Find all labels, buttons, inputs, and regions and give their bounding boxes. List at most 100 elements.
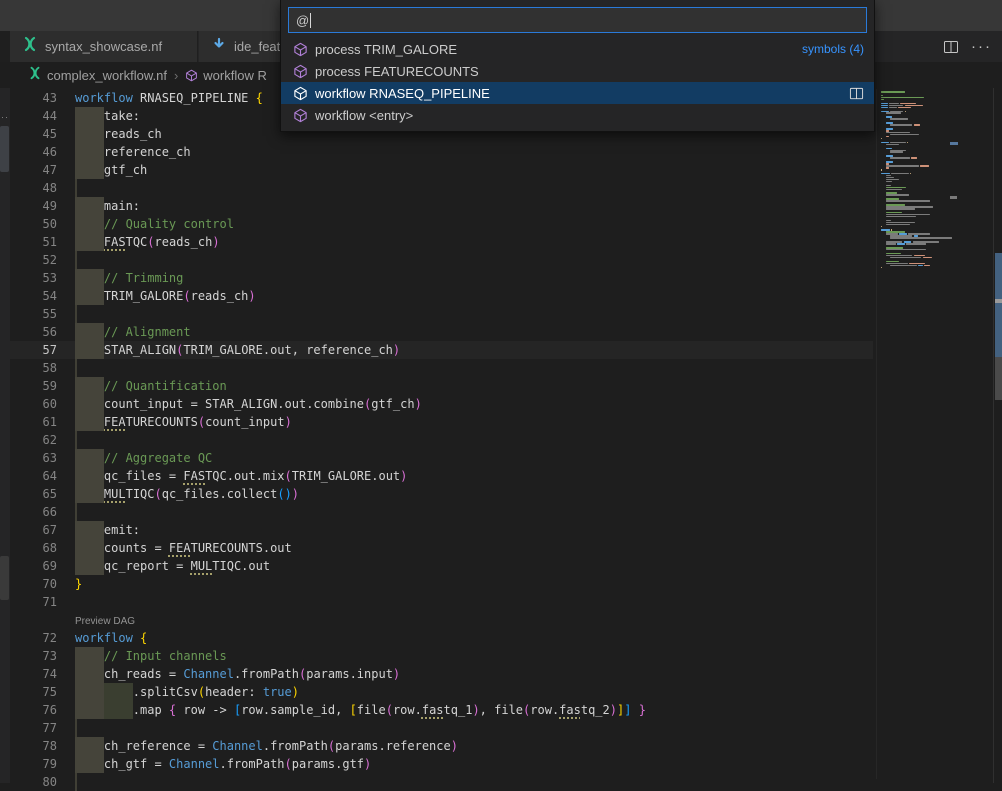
tab-syntax-showcase[interactable]: syntax_showcase.nf <box>10 31 198 62</box>
line-content: workflow RNASEQ_PIPELINE { <box>75 89 263 107</box>
quick-open-item[interactable]: process FEATURECOUNTS <box>281 60 874 82</box>
line-number: 58 <box>10 359 75 377</box>
code-line[interactable]: 68 counts = FEATURECOUNTS.out <box>10 539 873 557</box>
token: ( <box>198 415 205 429</box>
indent-highlight <box>75 539 104 557</box>
token: TRIM_GALORE.out, reference_ch <box>183 343 393 357</box>
code-line[interactable]: 61 FEATURECOUNTS(count_input) <box>10 413 873 431</box>
indent-highlight <box>75 269 104 287</box>
code-line[interactable]: 50 // Quality control <box>10 215 873 233</box>
breadcrumb-symbol[interactable]: workflow R <box>203 68 267 83</box>
code-line[interactable]: 63 // Aggregate QC <box>10 449 873 467</box>
code-line[interactable]: 67 emit: <box>10 521 873 539</box>
token: .fromPath <box>263 739 328 753</box>
minimap[interactable] <box>876 89 988 779</box>
line-number: 73 <box>10 647 75 665</box>
minimap-line <box>886 224 911 226</box>
code-line[interactable]: 64 qc_files = FASTQC.out.mix(TRIM_GALORE… <box>10 467 873 485</box>
token: // Trimming <box>104 271 183 285</box>
code-line[interactable]: 72workflow { <box>10 629 873 647</box>
token: .fromPath <box>220 757 285 771</box>
code-line[interactable]: 53 // Trimming <box>10 269 873 287</box>
indent-highlight <box>75 125 104 143</box>
code-line[interactable]: 59 // Quantification <box>10 377 873 395</box>
token: params.reference <box>335 739 451 753</box>
code-line[interactable]: 80 <box>10 773 873 791</box>
quick-open-item[interactable]: process TRIM_GALOREsymbols (4) <box>281 38 874 60</box>
code-line[interactable]: 78 ch_reference = Channel.fromPath(param… <box>10 737 873 755</box>
split-editor-icon[interactable] <box>943 39 959 55</box>
minimap-line <box>900 103 916 105</box>
line-number: 50 <box>10 215 75 233</box>
minimap-line <box>886 167 889 169</box>
token: ( <box>155 487 162 501</box>
indent-guide <box>75 179 77 197</box>
code-line[interactable]: 52 <box>10 251 873 269</box>
line-number: 65 <box>10 485 75 503</box>
code-line[interactable]: 79 ch_gtf = Channel.fromPath(params.gtf) <box>10 755 873 773</box>
code-line[interactable]: 70} <box>10 575 873 593</box>
minimap-line <box>886 194 910 196</box>
token: FAS <box>104 235 126 249</box>
nextflow-icon <box>28 66 42 85</box>
code-line[interactable]: 65 MULTIQC(qc_files.collect()) <box>10 485 873 503</box>
symbol-cube-icon <box>293 64 308 79</box>
indent-highlight <box>75 665 104 683</box>
code-line[interactable]: 66 <box>10 503 873 521</box>
code-line[interactable]: 55 <box>10 305 873 323</box>
code-line[interactable]: 74 ch_reads = Channel.fromPath(params.in… <box>10 665 873 683</box>
minimap-line <box>886 261 899 263</box>
token: ) <box>292 685 299 699</box>
code-line[interactable]: 47 gtf_ch <box>10 161 873 179</box>
code-line[interactable]: 56 // Alignment <box>10 323 873 341</box>
left-scrollbar-thumb[interactable] <box>0 126 9 172</box>
code-line[interactable]: 58 <box>10 359 873 377</box>
code-line[interactable]: 49 main: <box>10 197 873 215</box>
minimap-line <box>886 187 906 189</box>
code-line[interactable]: 73 // Input channels <box>10 647 873 665</box>
token: ) <box>472 703 479 717</box>
codelens-preview-dag[interactable]: Preview DAG <box>75 616 135 627</box>
code-line[interactable]: 60 count_input = STAR_ALIGN.out.combine(… <box>10 395 873 413</box>
codelens-row[interactable]: Preview DAG <box>10 611 873 629</box>
token: RNASEQ_PIPELINE <box>140 91 256 105</box>
code-area[interactable]: 43workflow RNASEQ_PIPELINE {44 take:45 r… <box>10 89 873 783</box>
code-line[interactable]: 62 <box>10 431 873 449</box>
nextflow-icon <box>22 36 38 57</box>
minimap-line <box>890 124 912 126</box>
token: reads_ch <box>155 235 213 249</box>
quick-open-list: process TRIM_GALOREsymbols (4)process FE… <box>281 38 874 126</box>
code-line[interactable]: 46 reference_ch <box>10 143 873 161</box>
breadcrumb-file[interactable]: complex_workflow.nf <box>47 68 167 83</box>
minimap-line <box>886 112 902 114</box>
token: Channel <box>212 739 263 753</box>
symbol-cube-icon <box>293 86 308 101</box>
editor: ·· 43workflow RNASEQ_PIPELINE {44 take:4… <box>0 88 1002 783</box>
minimap-line <box>886 208 915 210</box>
minimap-line <box>886 263 908 265</box>
code-line[interactable]: 54 TRIM_GALORE(reads_ch) <box>10 287 873 305</box>
code-line[interactable]: 57 STAR_ALIGN(TRIM_GALORE.out, reference… <box>10 341 873 359</box>
indent-guide <box>75 251 77 269</box>
code-line[interactable]: 48 <box>10 179 873 197</box>
quick-open-item[interactable]: workflow <entry> <box>281 104 874 126</box>
line-content: emit: <box>75 521 140 539</box>
line-content: qc_files = FASTQC.out.mix(TRIM_GALORE.ou… <box>75 467 407 485</box>
overview-ruler[interactable] <box>995 88 1002 783</box>
scrollbar-thumb[interactable] <box>995 357 1002 400</box>
code-line[interactable]: 51 FASTQC(reads_ch) <box>10 233 873 251</box>
code-line[interactable]: 77 <box>10 719 873 737</box>
code-line[interactable]: 71 <box>10 593 873 611</box>
minimap-line <box>889 105 904 107</box>
token: Channel <box>169 757 220 771</box>
left-scrollbar-thumb-2[interactable] <box>0 556 9 600</box>
more-actions-icon[interactable]: ··· <box>971 42 992 52</box>
line-number: 47 <box>10 161 75 179</box>
split-editor-icon[interactable] <box>849 86 864 101</box>
code-line[interactable]: 76 .map { row -> [row.sample_id, [file(r… <box>10 701 873 719</box>
code-line[interactable]: 69 qc_report = MULTIQC.out <box>10 557 873 575</box>
text-cursor <box>310 13 311 28</box>
quick-open-input[interactable]: @ <box>288 7 867 33</box>
quick-open-item[interactable]: workflow RNASEQ_PIPELINE <box>281 82 874 104</box>
code-line[interactable]: 75 .splitCsv(header: true) <box>10 683 873 701</box>
